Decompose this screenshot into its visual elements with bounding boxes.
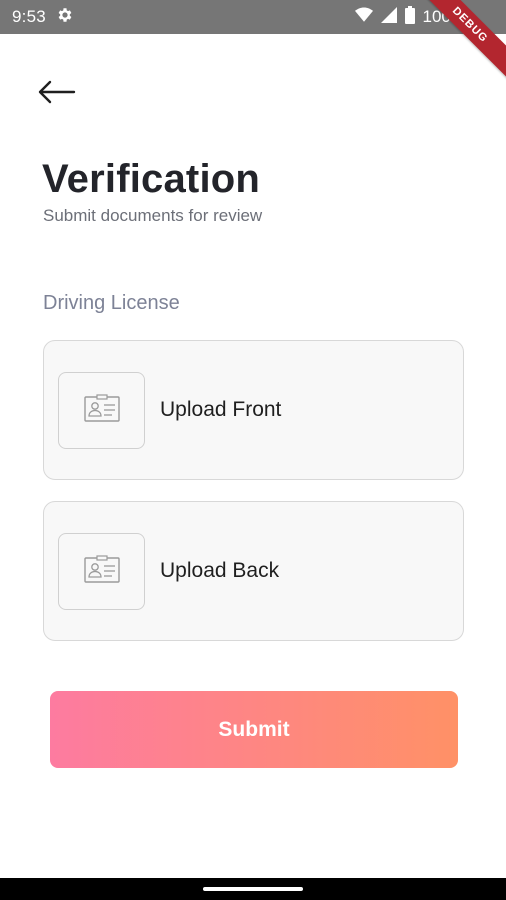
home-indicator[interactable] [203, 887, 303, 891]
upload-back-thumbnail [58, 532, 145, 610]
status-bar: 9:53 100% [0, 0, 506, 34]
page-subtitle: Submit documents for review [43, 206, 263, 225]
wifi-icon [354, 7, 373, 28]
upload-front-thumbnail [58, 371, 145, 449]
signal-icon [380, 6, 397, 28]
back-button[interactable] [36, 76, 86, 112]
upload-front-card[interactable]: Upload Front [43, 340, 464, 480]
status-time: 9:53 [12, 7, 46, 26]
upload-back-card[interactable]: Upload Back [43, 501, 464, 641]
section-label: Driving License [43, 292, 180, 314]
gear-icon [56, 6, 74, 29]
upload-front-label: Upload Front [160, 398, 282, 421]
verification-screen: 9:53 100% DEBUG Verification Submit docu… [0, 0, 506, 900]
page-title: Verification [42, 157, 261, 201]
battery-icon [404, 5, 415, 29]
arrow-left-icon [36, 80, 76, 109]
status-left: 9:53 [12, 6, 74, 29]
upload-back-label: Upload Back [160, 559, 280, 582]
id-card-icon [83, 554, 120, 588]
id-card-icon [83, 393, 120, 427]
system-nav-bar [0, 878, 506, 900]
submit-button[interactable]: Submit [50, 691, 458, 768]
